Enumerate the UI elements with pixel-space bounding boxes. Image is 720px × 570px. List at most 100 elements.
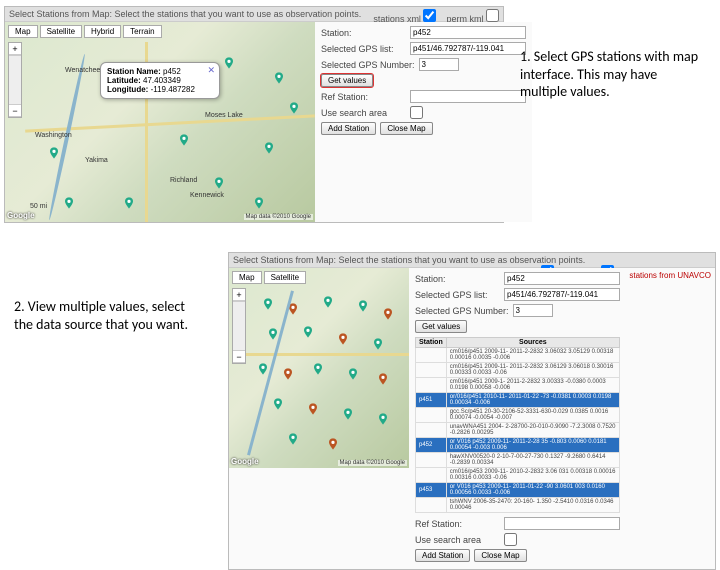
zoom-control-2[interactable]: + −: [232, 288, 246, 364]
gps-marker[interactable]: [304, 326, 312, 338]
gps-marker[interactable]: [225, 57, 233, 69]
gps-marker[interactable]: [50, 147, 58, 159]
gps-marker[interactable]: [180, 134, 188, 146]
gps-marker[interactable]: [265, 142, 273, 154]
table-row[interactable]: cm016/p451 2009-11- 2011-2-2832 3.06032 …: [416, 348, 620, 363]
balloon-close-icon[interactable]: ✕: [207, 65, 215, 76]
map-tab-hybrid-1[interactable]: Hybrid: [84, 25, 121, 38]
gps-marker[interactable]: [274, 398, 282, 410]
gps-marker[interactable]: [259, 363, 267, 375]
gps-marker[interactable]: [324, 296, 332, 308]
gps-marker[interactable]: [359, 300, 367, 312]
map-canvas-1[interactable]: Map Satellite Hybrid Terrain + − Wenatch…: [5, 22, 315, 222]
map-canvas-2[interactable]: Map Satellite + −: [229, 268, 409, 468]
gps-marker[interactable]: [374, 338, 382, 350]
closemap-button-1[interactable]: Close Map: [380, 122, 432, 135]
gps-marker[interactable]: [349, 368, 357, 380]
usesearch-checkbox-1[interactable]: [410, 106, 423, 119]
gps-marker[interactable]: [314, 363, 322, 375]
gps-marker[interactable]: [329, 438, 337, 450]
cell-station: [416, 498, 447, 513]
balloon-lat-label: Latitude:: [107, 76, 141, 85]
table-row[interactable]: hawXNV00520-0 2-10-7-00-27-730 0.1327 -9…: [416, 453, 620, 468]
addstation-button-2[interactable]: Add Station: [415, 549, 470, 562]
gps-marker[interactable]: [255, 197, 263, 209]
table-row[interactable]: cm016/p451 2009-1- 2011-2-2832 3.00333 -…: [416, 378, 620, 393]
map-tab-map-2[interactable]: Map: [232, 271, 262, 284]
map-copyright-1: Map data ©2010 Google: [244, 214, 313, 220]
gps-marker[interactable]: [65, 197, 73, 209]
panel-title-2: Select Stations from Map: Select the sta…: [233, 255, 585, 265]
cell-source: cm016/p451 2009-11- 2011-2-2832 3.06129 …: [446, 363, 619, 378]
usesearch-label-1: Use search area: [321, 108, 406, 118]
zoom-in-1[interactable]: +: [9, 43, 21, 55]
cell-station: [416, 378, 447, 393]
google-logo: Google: [7, 211, 35, 220]
table-row[interactable]: cm016/p451 2009-11- 2011-2-2832 3.06129 …: [416, 363, 620, 378]
gps-marker[interactable]: [309, 403, 317, 415]
map-tab-satellite-2[interactable]: Satellite: [264, 271, 306, 284]
gpslist-input-1[interactable]: [410, 42, 526, 55]
gps-marker[interactable]: [269, 328, 277, 340]
google-logo-2: Google: [231, 457, 259, 466]
town-label: Moses Lake: [205, 112, 243, 119]
annotation-1-text: 1. Select GPS stations with map interfac…: [520, 48, 698, 100]
zoom-out-2[interactable]: −: [233, 351, 245, 363]
table-row[interactable]: cm016/p453 2009-11- 2010-2-2832 3.06 031…: [416, 468, 620, 483]
map-tab-map-1[interactable]: Map: [8, 25, 38, 38]
gps-marker[interactable]: [125, 197, 133, 209]
gpsnum-input-1[interactable]: [419, 58, 459, 71]
cell-source: cm016/p453 2009-11- 2010-2-2832 3.06 031…: [446, 468, 619, 483]
table-row[interactable]: p452or V016 p452 2009-11- 2011-2-28 35 -…: [416, 438, 620, 453]
station-input-2[interactable]: [504, 272, 620, 285]
refstation-input-1[interactable]: [410, 90, 526, 103]
panel-header-1: Select Stations from Map: Select the sta…: [5, 7, 503, 22]
gps-marker[interactable]: [344, 408, 352, 420]
cell-source: cm016/p451 2009-1- 2011-2-2832 3.00333 -…: [446, 378, 619, 393]
addstation-button-1[interactable]: Add Station: [321, 122, 376, 135]
gps-marker[interactable]: [215, 177, 223, 189]
zoom-slider-1[interactable]: [9, 55, 21, 105]
map-tab-terrain-1[interactable]: Terrain: [123, 25, 161, 38]
town-label: Kennewick: [190, 192, 224, 199]
zoom-slider-2[interactable]: [233, 301, 245, 351]
gps-marker[interactable]: [339, 333, 347, 345]
zoom-control-1[interactable]: + −: [8, 42, 22, 118]
cell-source: or V016 p453 2009-11- 2011-01-22 -90 3.0…: [446, 483, 619, 498]
annotation-1: 1. Select GPS stations with map interfac…: [520, 48, 700, 101]
panel-title-1: Select Stations from Map: Select the sta…: [9, 9, 361, 19]
table-row[interactable]: gcc.Sc/p451 20-30-2106-52-3331-630-0.029…: [416, 408, 620, 423]
station-label-2: Station:: [415, 274, 500, 284]
gps-marker[interactable]: [379, 373, 387, 385]
station-input-1[interactable]: [410, 26, 526, 39]
table-row[interactable]: p451or/016/p451 2010-11- 2011-01-22 -73 …: [416, 393, 620, 408]
table-row[interactable]: unavWNA451 2004- 2-28700-20-010-0.9090 -…: [416, 423, 620, 438]
refstation-input-2[interactable]: [504, 517, 620, 530]
gps-marker[interactable]: [289, 433, 297, 445]
gps-marker[interactable]: [379, 413, 387, 425]
zoom-out-1[interactable]: −: [9, 105, 21, 117]
perm-note: stations from UNAVCO: [629, 271, 711, 280]
zoom-in-2[interactable]: +: [233, 289, 245, 301]
gps-marker[interactable]: [275, 72, 283, 84]
gpslist-input-2[interactable]: [504, 288, 620, 301]
town-label: Washington: [35, 132, 72, 139]
balloon-lat-value: 47.403349: [143, 76, 181, 85]
panel-select-stations-1: Select Stations from Map: Select the sta…: [4, 6, 504, 223]
table-row[interactable]: p453or V016 p453 2009-11- 2011-01-22 -90…: [416, 483, 620, 498]
stations-xml-checkbox-1[interactable]: [423, 9, 436, 22]
gps-marker[interactable]: [264, 298, 272, 310]
cell-source: hawXNV00520-0 2-10-7-00-27-730 0.1327 -9…: [446, 453, 619, 468]
closemap-button-2[interactable]: Close Map: [474, 549, 526, 562]
gpslist-label-1: Selected GPS list:: [321, 44, 406, 54]
getvalues-button-2[interactable]: Get values: [415, 320, 467, 333]
table-row[interactable]: tshWNV 2006-35-2470: 20-160- 1.350 -2.54…: [416, 498, 620, 513]
gps-marker[interactable]: [290, 102, 298, 114]
gps-marker[interactable]: [384, 308, 392, 320]
perm-kml-checkbox-1[interactable]: [486, 9, 499, 22]
gps-marker[interactable]: [284, 368, 292, 380]
gpsnum-input-2[interactable]: [513, 304, 553, 317]
map-tab-satellite-1[interactable]: Satellite: [40, 25, 82, 38]
getvalues-button-1[interactable]: Get values: [321, 74, 373, 87]
cell-source: cm016/p451 2009-11- 2011-2-2832 3.06032 …: [446, 348, 619, 363]
